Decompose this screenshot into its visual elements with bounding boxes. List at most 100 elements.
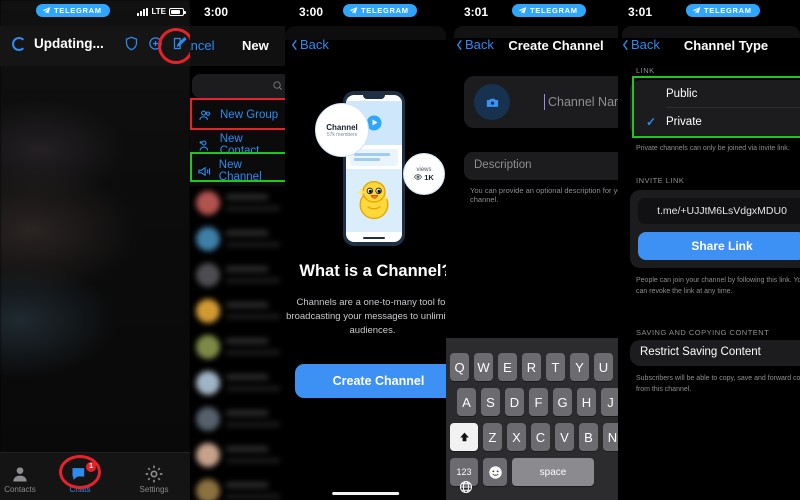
loading-spinner-icon (12, 37, 26, 51)
key-f[interactable]: F (529, 388, 548, 416)
camera-icon[interactable] (474, 84, 510, 120)
channel-bubble-title: Channel (326, 122, 358, 132)
description-hint: You can provide an optional description … (470, 186, 618, 204)
description-card[interactable]: Description (464, 152, 618, 180)
key-b[interactable]: B (579, 423, 598, 451)
contacts-icon (0, 464, 48, 484)
on-screen-keyboard[interactable]: Q W E R T Y U I A S D F G H J (446, 338, 618, 500)
space-key[interactable]: space (512, 458, 594, 486)
phone-notch (363, 95, 385, 99)
page-description: Channels are a one-to-many tool for broa… (286, 297, 446, 336)
nav-bar: Back Channel Type (618, 26, 800, 64)
key-q[interactable]: Q (450, 353, 469, 381)
key-s[interactable]: S (481, 388, 500, 416)
list-item (190, 365, 285, 401)
key-h[interactable]: H (577, 388, 596, 416)
link-section-hint: Private channels can only be joined via … (636, 145, 790, 152)
panel-new-menu: 3:00 Cancel New New Group New Contact Ne… (190, 0, 285, 500)
carrier-label: LTE (151, 7, 166, 16)
channel-name-placeholder: Channel Name (548, 95, 618, 109)
list-item (190, 437, 285, 473)
key-e[interactable]: E (498, 353, 517, 381)
shift-icon[interactable] (450, 423, 478, 451)
cancel-button[interactable]: Cancel (190, 38, 214, 53)
share-link-button[interactable]: Share Link (638, 232, 800, 260)
key-c[interactable]: C (531, 423, 550, 451)
avatar (196, 263, 220, 287)
updating-status-text: Updating... (34, 36, 104, 51)
channel-name-card[interactable]: Channel Name (464, 76, 618, 128)
emoji-icon[interactable] (483, 458, 507, 486)
telegram-plane-icon (42, 7, 51, 14)
restrict-saving-row[interactable]: Restrict Saving Content (630, 340, 800, 366)
key-w[interactable]: W (474, 353, 493, 381)
new-channel-highlight-box (190, 152, 285, 182)
nav-bar: Back Create Channel (446, 26, 618, 64)
blurred-chat-rows (190, 185, 285, 500)
clock: 3:00 (204, 5, 229, 19)
telegram-watermark-label: TELEGRAM (530, 6, 578, 15)
eye-icon (414, 174, 423, 180)
channel-info-bubble: Channel 57k members (315, 103, 369, 157)
new-group-highlight-box (190, 98, 285, 130)
back-button[interactable]: Back (291, 37, 329, 52)
invite-section-header: INVITE LINK (636, 176, 685, 185)
signal-bars-icon (137, 7, 149, 16)
telegram-plane-icon (518, 7, 527, 14)
link-options-highlight-box (632, 76, 800, 138)
telegram-watermark: TELEGRAM (343, 4, 417, 17)
nav-bar: Back (285, 26, 446, 64)
list-item (190, 221, 285, 257)
globe-icon[interactable] (459, 480, 473, 494)
page-title: Create Channel (508, 38, 604, 53)
shield-icon[interactable] (124, 36, 139, 51)
battery-icon (169, 7, 186, 16)
key-v[interactable]: V (555, 423, 574, 451)
avatar (196, 335, 220, 359)
compose-highlight-circle (158, 28, 190, 64)
telegram-plane-icon (349, 7, 358, 14)
avatar (196, 479, 220, 500)
key-x[interactable]: X (507, 423, 526, 451)
key-u[interactable]: U (594, 353, 613, 381)
page-title: Channel Type (683, 38, 769, 53)
back-button[interactable]: Back (622, 37, 660, 52)
key-y[interactable]: Y (570, 353, 589, 381)
key-t[interactable]: T (546, 353, 565, 381)
keyboard-row-4: 123 space (450, 458, 618, 486)
list-item (190, 185, 285, 221)
key-r[interactable]: R (522, 353, 541, 381)
telegram-plane-icon (692, 7, 701, 14)
clock: 3:01 (464, 5, 489, 19)
list-item (190, 401, 285, 437)
keyboard-row-1: Q W E R T Y U I (450, 353, 618, 381)
list-item (190, 329, 285, 365)
key-d[interactable]: D (505, 388, 524, 416)
views-bubble-value-group: 1K (414, 173, 434, 182)
gear-icon (126, 464, 182, 484)
create-channel-button[interactable]: Create Channel (295, 364, 446, 398)
key-a[interactable]: A (457, 388, 476, 416)
views-bubble: views 1K (403, 153, 445, 195)
clock: 3:00 (299, 5, 324, 19)
keyboard-row-2: A S D F G H J (457, 388, 618, 416)
key-z[interactable]: Z (483, 423, 502, 451)
page-title: What is a Channel? (299, 262, 446, 280)
key-n[interactable]: N (603, 423, 618, 451)
avatar (196, 371, 220, 395)
channel-bubble-subtitle: 57k members (326, 131, 358, 138)
invite-section-hint: People can join your channel by followin… (636, 277, 800, 295)
chevron-left-icon (456, 39, 462, 50)
list-item (190, 473, 285, 500)
key-j[interactable]: J (601, 388, 618, 416)
tab-contacts[interactable]: Contacts (0, 464, 48, 494)
tab-settings[interactable]: Settings (126, 464, 182, 494)
person-add-icon (190, 138, 220, 153)
chevron-left-icon (622, 39, 628, 50)
key-g[interactable]: G (553, 388, 572, 416)
list-item (190, 293, 285, 329)
search-input[interactable] (192, 74, 285, 98)
chats-tab-highlight-circle (59, 455, 101, 489)
saving-section-header: SAVING AND COPYING CONTENT (636, 328, 770, 337)
invite-link-field[interactable]: t.me/+UJJtM6LsVdgxMDU0 (638, 198, 800, 224)
